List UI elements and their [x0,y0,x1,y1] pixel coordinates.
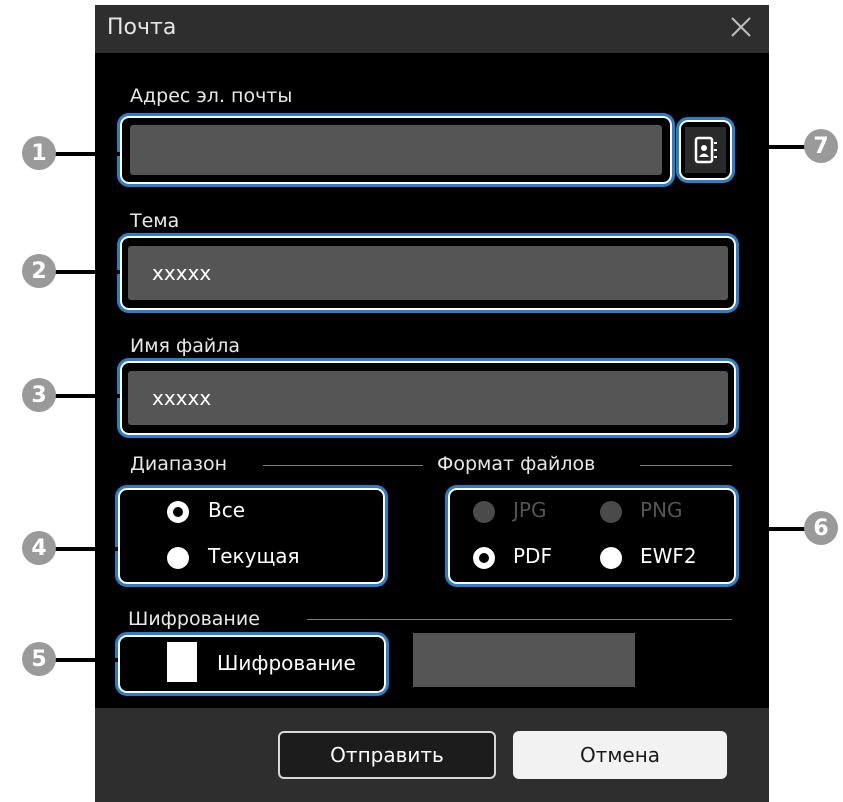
callout-4: 4 [22,531,56,565]
mail-dialog: Почта Адрес эл. почты Тема xxxxx Имя фай… [95,5,769,802]
address-book-icon [694,136,717,164]
dialog-title: Почта [107,15,177,40]
title-bar: Почта [95,5,769,53]
email-input[interactable] [130,125,662,175]
radio-jpg-label: JPG [513,498,547,522]
email-label: Адрес эл. почты [130,85,293,107]
encryption-divider [307,619,732,620]
subject-input[interactable]: xxxxx [128,246,728,300]
range-divider [263,465,423,466]
callout-line-7 [736,145,810,149]
radio-png [600,501,622,523]
radio-jpg [473,501,495,523]
address-book-button[interactable] [685,127,726,173]
radio-current-label: Текущая [208,544,300,568]
callout-1: 1 [22,136,56,170]
callout-5: 5 [22,642,56,676]
radio-current[interactable] [167,547,189,569]
radio-all-label: Все [208,498,246,522]
highlight-range [115,485,388,587]
send-button[interactable]: Отправить [278,731,496,779]
format-divider [640,465,732,466]
radio-png-label: PNG [640,498,683,522]
radio-pdf[interactable] [473,547,495,569]
encryption-checkbox-label: Шифрование [217,651,356,675]
callout-line-6 [740,527,810,531]
callout-2: 2 [22,254,56,288]
callout-line-3 [50,394,120,398]
radio-ewf2[interactable] [600,547,622,569]
highlight-format [445,485,739,587]
close-icon[interactable] [727,13,755,41]
range-label: Диапазон [130,453,228,475]
callout-line-4 [50,547,118,551]
radio-ewf2-label: EWF2 [640,544,697,568]
callout-line-1 [50,152,120,156]
callout-7: 7 [804,129,838,163]
callout-line-2 [50,270,120,274]
callout-3: 3 [22,378,56,412]
subject-label: Тема [130,210,180,232]
radio-all[interactable] [167,501,189,523]
filename-label: Имя файла [130,335,241,357]
encryption-section-label: Шифрование [128,608,260,630]
callout-6: 6 [804,511,838,545]
password-input[interactable] [413,633,635,687]
encryption-checkbox[interactable] [167,642,197,682]
format-label: Формат файлов [437,453,596,475]
radio-pdf-label: PDF [513,544,552,568]
cancel-button[interactable]: Отмена [513,731,727,779]
callout-line-5 [50,658,118,662]
filename-input[interactable]: xxxxx [128,371,728,425]
